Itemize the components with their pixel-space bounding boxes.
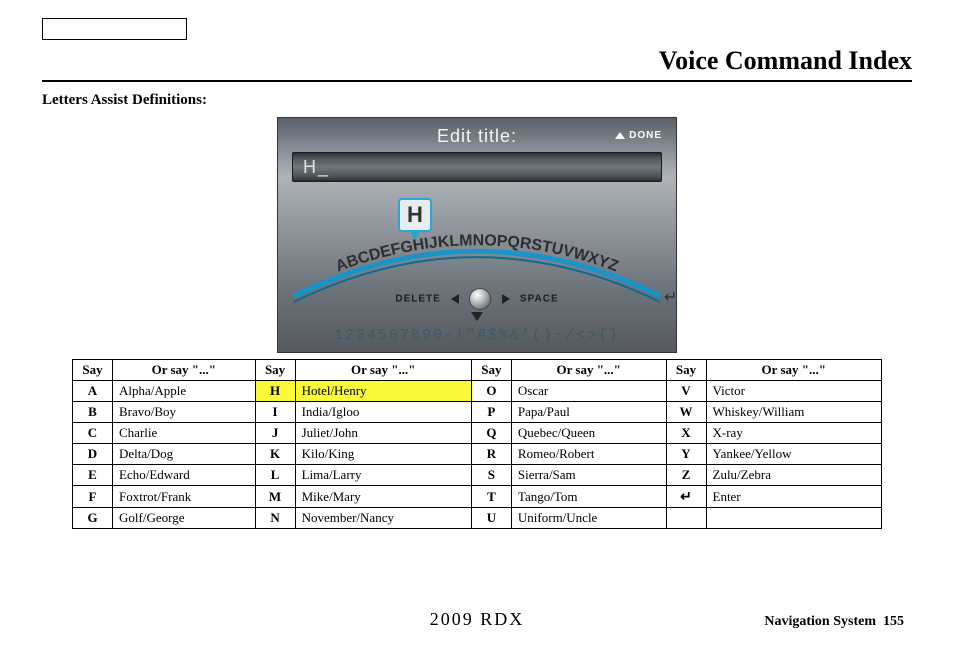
table-header: Say xyxy=(471,360,511,381)
say-cell: T xyxy=(471,486,511,508)
or-say-cell: Uniform/Uncle xyxy=(511,508,666,529)
or-say-cell: Juliet/John xyxy=(295,423,471,444)
say-cell: I xyxy=(255,402,295,423)
say-cell: J xyxy=(255,423,295,444)
table-header: Say xyxy=(73,360,113,381)
say-cell: Y xyxy=(666,444,706,465)
or-say-cell: X-ray xyxy=(706,423,882,444)
table-header: Or say "..." xyxy=(706,360,882,381)
device-symbol-row[interactable]: 1234567890-!"#$%&'()~/<>{} xyxy=(278,327,676,344)
footer-page-label: Navigation System 155 xyxy=(764,614,904,630)
table-header: Or say "..." xyxy=(113,360,256,381)
say-cell: K xyxy=(255,444,295,465)
say-cell: C xyxy=(73,423,113,444)
or-say-cell: Foxtrot/Frank xyxy=(113,486,256,508)
or-say-cell: Alpha/Apple xyxy=(113,381,256,402)
or-say-cell: Zulu/Zebra xyxy=(706,465,882,486)
device-text-input[interactable]: H_ xyxy=(292,152,662,182)
say-cell: Z xyxy=(666,465,706,486)
page-title: Voice Command Index xyxy=(659,46,912,75)
nav-device-screenshot: Edit title: DONE H_ H ABCDEFGHIJKLMNOPQR… xyxy=(277,117,677,353)
or-say-cell: Romeo/Robert xyxy=(511,444,666,465)
or-say-cell: Charlie xyxy=(113,423,256,444)
blank-header-box xyxy=(42,18,187,40)
table-row: AAlpha/AppleHHotel/HenryOOscarVVictor xyxy=(73,381,882,402)
or-say-cell: Echo/Edward xyxy=(113,465,256,486)
svg-text:ABCDEFGHIJKLMNOPQRSTUVWXYZ: ABCDEFGHIJKLMNOPQRSTUVWXYZ xyxy=(333,232,620,275)
say-cell: U xyxy=(471,508,511,529)
or-say-cell: Bravo/Boy xyxy=(113,402,256,423)
table-row: EEcho/EdwardLLima/LarrySSierra/SamZZulu/… xyxy=(73,465,882,486)
selected-key-bubble[interactable]: H xyxy=(398,198,432,232)
say-cell: H xyxy=(255,381,295,402)
triangle-down-icon xyxy=(471,312,483,321)
say-cell: A xyxy=(73,381,113,402)
table-header: Or say "..." xyxy=(295,360,471,381)
or-say-cell: Mike/Mary xyxy=(295,486,471,508)
or-say-cell: Lima/Larry xyxy=(295,465,471,486)
say-cell: S xyxy=(471,465,511,486)
device-done-button[interactable]: DONE xyxy=(615,130,662,141)
or-say-cell: Hotel/Henry xyxy=(295,381,471,402)
say-cell: F xyxy=(73,486,113,508)
table-header: Say xyxy=(255,360,295,381)
say-cell: V xyxy=(666,381,706,402)
or-say-cell: November/Nancy xyxy=(295,508,471,529)
triangle-right-icon xyxy=(502,294,510,304)
or-say-cell: Golf/George xyxy=(113,508,256,529)
or-say-cell: Tango/Tom xyxy=(511,486,666,508)
or-say-cell: Sierra/Sam xyxy=(511,465,666,486)
table-row: BBravo/BoyIIndia/IglooPPapa/PaulWWhiskey… xyxy=(73,402,882,423)
rotary-knob-icon[interactable] xyxy=(469,288,491,310)
say-cell: O xyxy=(471,381,511,402)
say-cell: R xyxy=(471,444,511,465)
say-cell: G xyxy=(73,508,113,529)
table-header: Or say "..." xyxy=(511,360,666,381)
table-row: FFoxtrot/FrankMMike/MaryTTango/Tom↵Enter xyxy=(73,486,882,508)
or-say-cell: India/Igloo xyxy=(295,402,471,423)
device-control-row: DELETE SPACE xyxy=(278,288,676,310)
say-cell: ↵ xyxy=(666,486,706,508)
section-subtitle: Letters Assist Definitions: xyxy=(42,92,912,109)
or-say-cell: Delta/Dog xyxy=(113,444,256,465)
title-row: Voice Command Index xyxy=(42,46,912,82)
or-say-cell: Oscar xyxy=(511,381,666,402)
or-say-cell: Kilo/King xyxy=(295,444,471,465)
page-footer: 2009 RDX Navigation System 155 xyxy=(0,609,954,630)
or-say-cell: Papa/Paul xyxy=(511,402,666,423)
table-row: DDelta/DogKKilo/KingRRomeo/RobertYYankee… xyxy=(73,444,882,465)
or-say-cell: Enter xyxy=(706,486,882,508)
or-say-cell: Victor xyxy=(706,381,882,402)
say-cell xyxy=(666,508,706,529)
table-header: Say xyxy=(666,360,706,381)
triangle-up-icon xyxy=(615,132,625,139)
table-row: GGolf/GeorgeNNovember/NancyUUniform/Uncl… xyxy=(73,508,882,529)
phonetic-table: SayOr say "..."SayOr say "..."SayOr say … xyxy=(72,359,882,529)
table-row: CCharlieJJuliet/JohnQQuebec/QueenXX-ray xyxy=(73,423,882,444)
or-say-cell: Yankee/Yellow xyxy=(706,444,882,465)
say-cell: N xyxy=(255,508,295,529)
say-cell: D xyxy=(73,444,113,465)
or-say-cell xyxy=(706,508,882,529)
say-cell: P xyxy=(471,402,511,423)
say-cell: B xyxy=(73,402,113,423)
delete-button[interactable]: DELETE xyxy=(395,294,440,305)
say-cell: W xyxy=(666,402,706,423)
or-say-cell: Quebec/Queen xyxy=(511,423,666,444)
say-cell: E xyxy=(73,465,113,486)
or-say-cell: Whiskey/William xyxy=(706,402,882,423)
say-cell: Q xyxy=(471,423,511,444)
space-button[interactable]: SPACE xyxy=(520,294,559,305)
say-cell: X xyxy=(666,423,706,444)
say-cell: L xyxy=(255,465,295,486)
say-cell: M xyxy=(255,486,295,508)
triangle-left-icon xyxy=(451,294,459,304)
